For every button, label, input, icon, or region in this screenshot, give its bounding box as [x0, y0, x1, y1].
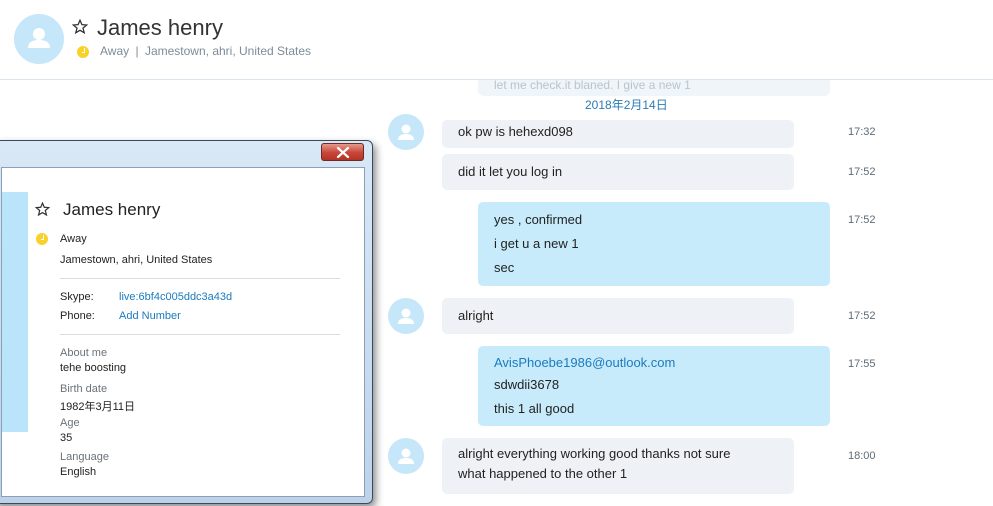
message-text: what happened to the other 1 — [458, 466, 628, 481]
avatar[interactable] — [14, 14, 64, 64]
profile-panel: James henry Away Jamestown, ahri, United… — [1, 167, 365, 497]
sender-avatar[interactable] — [388, 438, 424, 474]
date-separator: 2018年2月14日 — [585, 98, 668, 112]
status-separator: | — [135, 44, 139, 58]
message-time: 17:55 — [848, 358, 876, 370]
message-bubble[interactable]: ok pw is hehexd098 — [442, 120, 794, 148]
message-bubble[interactable]: alright everything working good thanks n… — [442, 438, 794, 494]
message-bubble[interactable]: AvisPhoebe1986@outlook.com sdwdii3678 th… — [478, 346, 830, 426]
divider — [60, 278, 340, 279]
profile-window[interactable]: James henry Away Jamestown, ahri, United… — [0, 140, 373, 504]
divider — [60, 334, 340, 335]
message-time: 17:52 — [848, 214, 876, 226]
message-text: did it let you log in — [458, 164, 563, 179]
message-text: this 1 all good — [494, 401, 575, 416]
phone-label: Phone: — [60, 310, 95, 322]
star-icon[interactable] — [34, 201, 51, 222]
message-text: alright everything working good thanks n… — [458, 446, 731, 461]
status-text: Away — [100, 44, 130, 58]
contact-status-line: Away | Jamestown, ahri, United States — [100, 44, 311, 58]
away-icon — [77, 46, 89, 58]
about-value: tehe boosting — [60, 362, 127, 374]
message-text: sec — [494, 260, 515, 275]
language-value: English — [60, 466, 97, 478]
profile-status: Away — [60, 233, 87, 245]
avatar-icon — [398, 124, 414, 140]
skype-conversation: James henry Away | Jamestown, ahri, Unit… — [0, 0, 993, 506]
avatar-icon — [398, 308, 414, 324]
sender-avatar[interactable] — [388, 298, 424, 334]
skype-label: Skype: — [60, 291, 94, 303]
message-time: 17:52 — [848, 166, 876, 178]
age-value: 35 — [60, 432, 73, 444]
profile-picture — [2, 192, 28, 432]
message-time: 18:00 — [848, 450, 876, 462]
email-link[interactable]: AvisPhoebe1986@outlook.com — [494, 352, 814, 374]
skype-id-link[interactable]: live:6bf4c005ddc3a43d — [119, 291, 232, 303]
message-bubble[interactable]: did it let you log in — [442, 154, 794, 190]
avatar-icon — [398, 448, 414, 464]
message-text: yes , confirmed — [494, 212, 583, 227]
message-bubble[interactable]: alright — [442, 298, 794, 334]
birth-label: Birth date — [60, 383, 108, 395]
profile-name: James henry — [63, 200, 161, 219]
message-text: sdwdii3678 — [494, 377, 560, 392]
close-button[interactable] — [321, 143, 364, 161]
avatar-icon — [28, 28, 50, 48]
location-text: Jamestown, ahri, United States — [144, 44, 312, 58]
message-text: i get u a new 1 — [494, 236, 579, 251]
conversation-header: James henry Away | Jamestown, ahri, Unit… — [0, 0, 993, 80]
about-label: About me — [60, 347, 108, 359]
message-bubble[interactable]: yes , confirmed i get u a new 1 sec — [478, 202, 830, 286]
add-number-link[interactable]: Add Number — [119, 310, 181, 322]
message-time: 17:52 — [848, 310, 876, 322]
previous-message-fragment: let me check.it blaned. I give a new 1 — [478, 80, 830, 96]
birth-value: 1982年3月11日 — [60, 401, 136, 413]
age-label: Age — [60, 417, 80, 429]
profile-location: Jamestown, ahri, United States — [60, 254, 213, 266]
message-text: ok pw is hehexd098 — [458, 124, 573, 139]
message-time: 17:32 — [848, 126, 876, 138]
star-icon[interactable] — [71, 18, 89, 40]
contact-name[interactable]: James henry — [97, 15, 223, 41]
close-icon — [336, 147, 350, 158]
message-text: alright — [458, 308, 494, 323]
language-label: Language — [60, 451, 109, 463]
sender-avatar[interactable] — [388, 114, 424, 150]
away-icon — [36, 233, 48, 245]
